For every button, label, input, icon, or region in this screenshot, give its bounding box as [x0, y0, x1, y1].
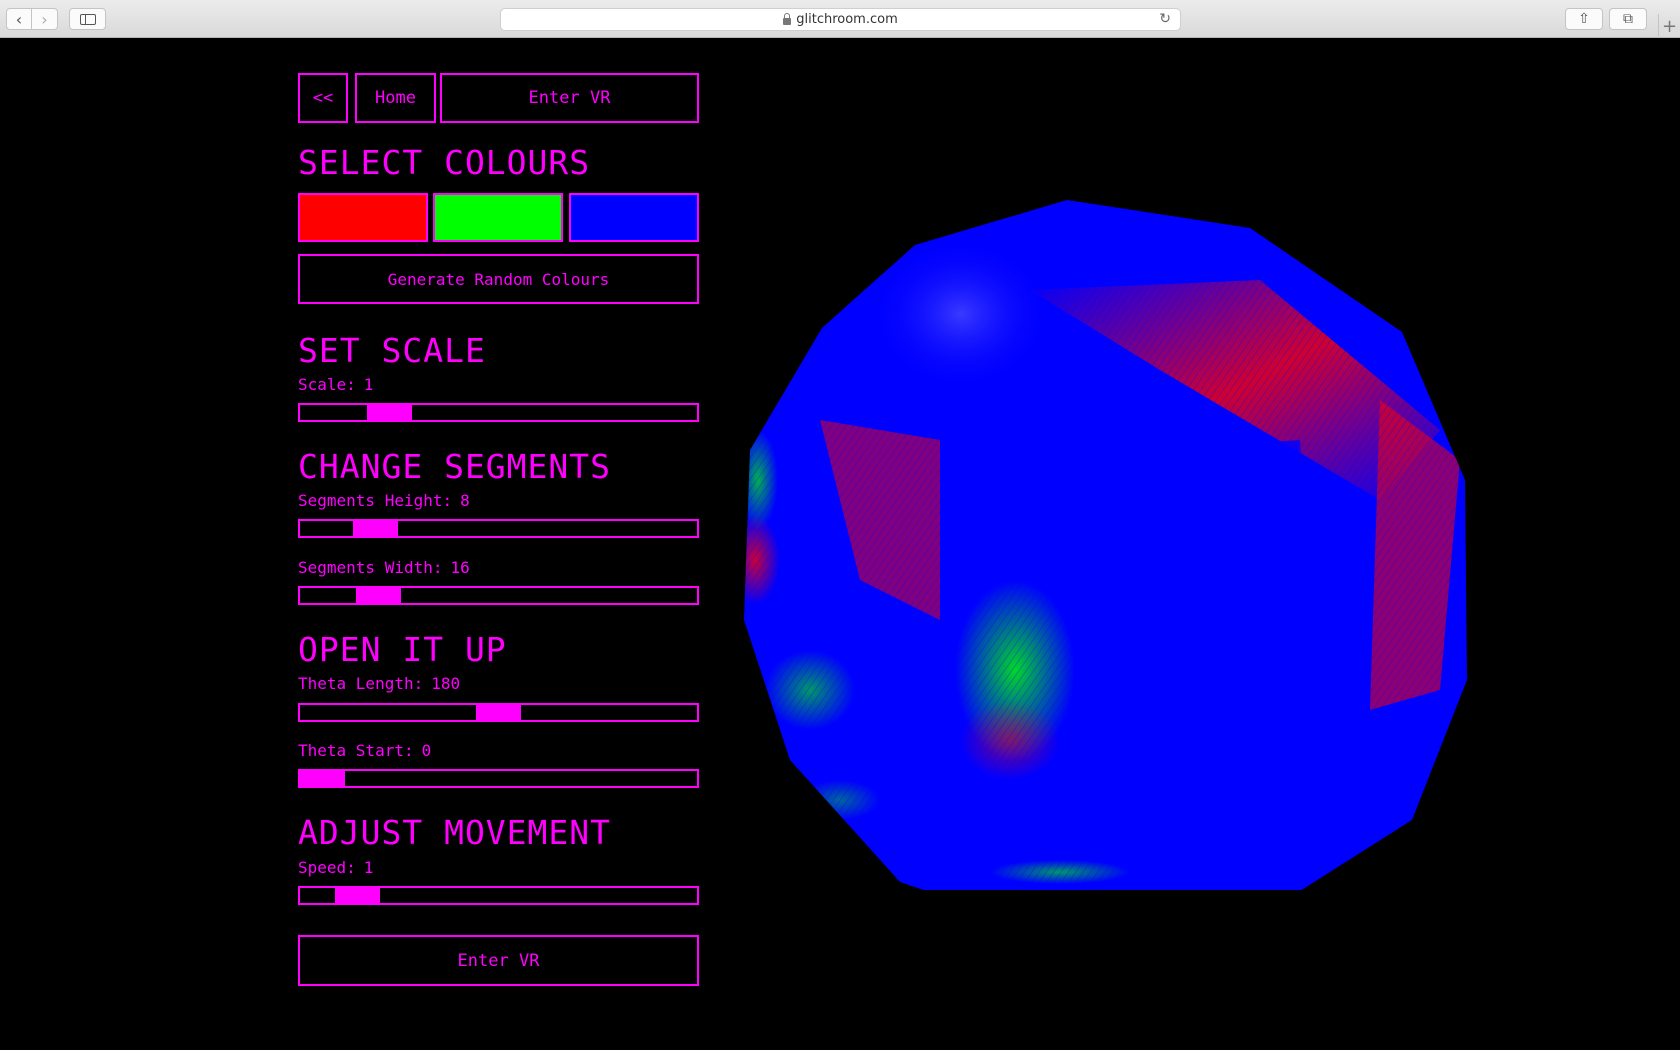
- share-button[interactable]: ⇧: [1565, 8, 1603, 30]
- colour-swatch-3[interactable]: [569, 193, 699, 242]
- colour-swatch-2[interactable]: [433, 193, 563, 242]
- address-bar[interactable]: glitchroom.com ↻: [500, 8, 1181, 31]
- segments-height-value: 8: [460, 491, 470, 510]
- adjust-movement-heading: ADJUST MOVEMENT: [298, 813, 612, 852]
- segments-width-label: Segments Width: 16: [298, 558, 470, 577]
- show-tabs-button[interactable]: ⧉: [1609, 8, 1647, 30]
- select-colours-heading: SELECT COLOURS: [298, 143, 591, 182]
- scale-slider[interactable]: [298, 403, 699, 422]
- set-scale-heading: SET SCALE: [298, 331, 486, 370]
- share-icon: ⇧: [1578, 11, 1590, 27]
- change-segments-heading: CHANGE SEGMENTS: [298, 447, 612, 486]
- speed-slider[interactable]: [298, 886, 699, 905]
- segments-width-value: 16: [450, 558, 470, 577]
- speed-slider-thumb[interactable]: [335, 888, 380, 903]
- home-button[interactable]: Home: [355, 73, 436, 123]
- generate-random-colours-label: Generate Random Colours: [387, 269, 610, 289]
- segments-height-slider-thumb[interactable]: [353, 521, 398, 536]
- enter-vr-bottom-button[interactable]: Enter VR: [298, 935, 699, 986]
- browser-back-button[interactable]: ‹: [6, 8, 32, 30]
- enter-vr-bottom-label: Enter VR: [457, 950, 540, 971]
- segments-width-slider-thumb[interactable]: [356, 588, 401, 603]
- reload-icon[interactable]: ↻: [1159, 11, 1171, 27]
- history-nav: ‹ ›: [6, 8, 58, 30]
- sidebar-toggle-button[interactable]: [69, 8, 106, 30]
- forward-chevron-icon: ›: [41, 9, 48, 29]
- back-chevron-icon: ‹: [15, 9, 23, 29]
- browser-forward-button[interactable]: ›: [32, 8, 58, 30]
- plus-icon: +: [1661, 15, 1678, 37]
- tabs-icon: ⧉: [1623, 11, 1633, 27]
- colour-swatch-1[interactable]: [298, 193, 428, 242]
- open-it-up-heading: OPEN IT UP: [298, 630, 507, 669]
- sphere-graphic: [744, 200, 1467, 890]
- theta-start-label-text: Theta Start:: [298, 741, 414, 760]
- segments-height-label: Segments Height: 8: [298, 491, 470, 510]
- theta-length-slider[interactable]: [298, 703, 699, 722]
- url-text: glitchroom.com: [796, 12, 898, 27]
- theta-length-label: Theta Length: 180: [298, 674, 460, 693]
- scale-label: Scale: 1: [298, 375, 373, 394]
- enter-vr-top-label: Enter VR: [528, 88, 611, 108]
- lock-icon: [783, 13, 792, 25]
- sphere-canvas[interactable]: [740, 200, 1480, 890]
- home-button-label: Home: [375, 88, 416, 108]
- theta-start-label: Theta Start: 0: [298, 741, 431, 760]
- theta-start-value: 0: [421, 741, 432, 760]
- theta-length-slider-thumb[interactable]: [476, 705, 521, 720]
- sidebar-icon: [79, 13, 96, 25]
- speed-value: 1: [363, 858, 374, 877]
- segments-width-slider[interactable]: [298, 586, 699, 605]
- back-button[interactable]: <<: [298, 73, 348, 123]
- speed-label-text: Speed:: [298, 858, 356, 877]
- theta-length-label-text: Theta Length:: [298, 674, 424, 693]
- segments-height-slider[interactable]: [298, 519, 699, 538]
- theta-start-slider-thumb[interactable]: [300, 771, 345, 786]
- speed-label: Speed: 1: [298, 858, 373, 877]
- scale-value: 1: [363, 375, 374, 394]
- browser-toolbar: ‹ › glitchroom.com ↻ ⇧ ⧉ +: [0, 0, 1680, 38]
- segments-width-label-text: Segments Width:: [298, 558, 443, 577]
- theta-length-value: 180: [431, 674, 461, 693]
- segments-height-label-text: Segments Height:: [298, 491, 453, 510]
- scale-slider-thumb[interactable]: [367, 405, 412, 420]
- enter-vr-top-button[interactable]: Enter VR: [440, 73, 699, 123]
- theta-start-slider[interactable]: [298, 769, 699, 788]
- generate-random-colours-button[interactable]: Generate Random Colours: [298, 254, 699, 304]
- back-button-label: <<: [312, 88, 334, 108]
- new-tab-button[interactable]: +: [1658, 14, 1680, 38]
- scale-label-text: Scale:: [298, 375, 356, 394]
